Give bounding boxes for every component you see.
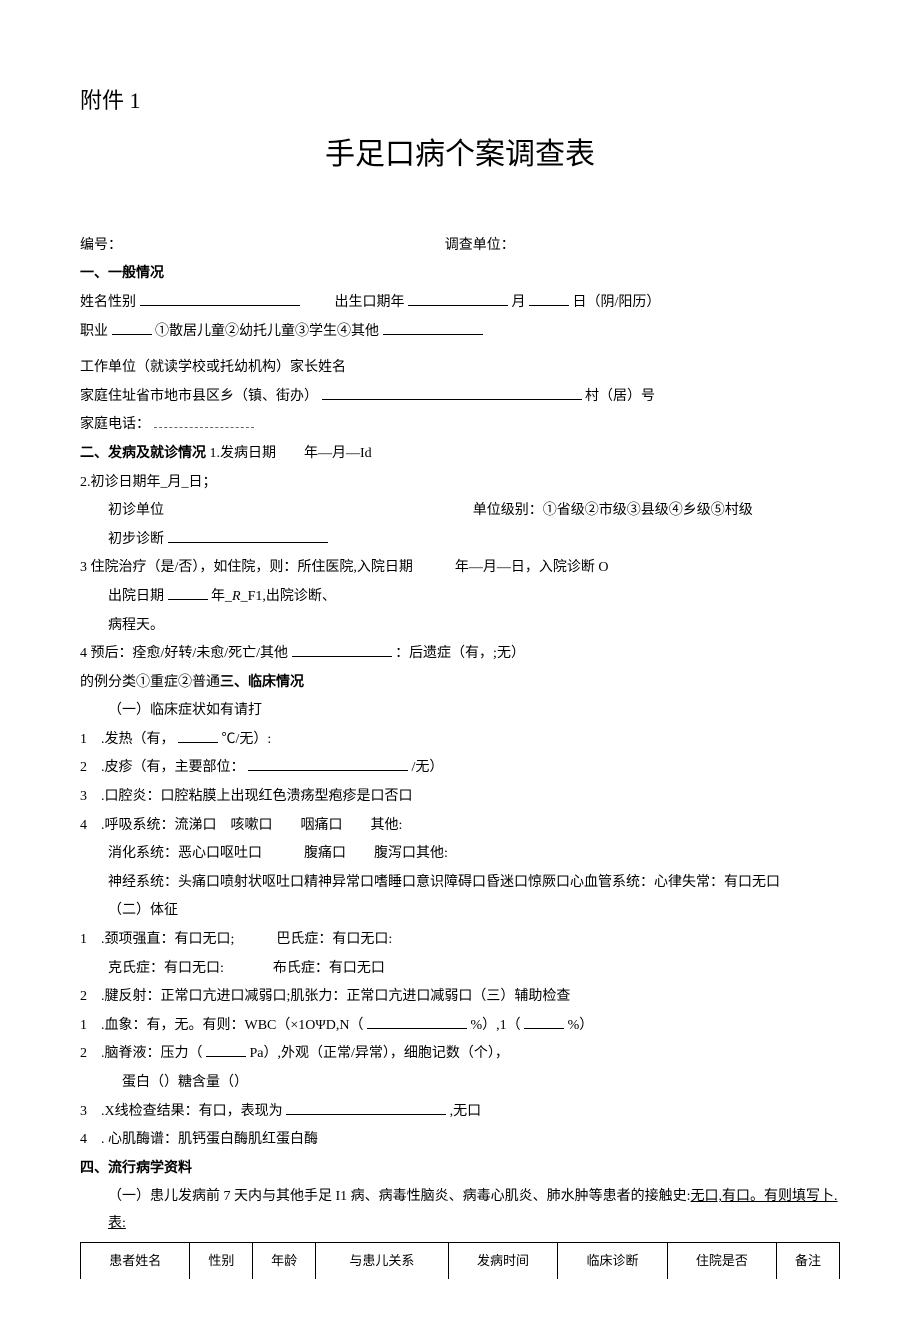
addr-pre: 家庭住址省市地市县区乡（镇、街办）: [80, 389, 318, 404]
blood-row: 1 .血象：有，无。有则：WBC（×1OΨD,N（ %）,1（ %）: [80, 1013, 840, 1040]
fever-suf: ℃/无）:: [222, 732, 272, 747]
day-label: 日（阴/阳历）: [573, 295, 661, 310]
prelim-dx-label: 初步诊断: [108, 532, 164, 547]
workunit-row: 工作单位（就读学校或托幼机构）家长姓名: [80, 355, 840, 382]
contact-history-row: （一）患儿发病前 7 天内与其他手足 I1 病、病毒性脑炎、病毒心肌炎、肺水肿等…: [80, 1184, 840, 1237]
blood-blank2[interactable]: [524, 1014, 564, 1029]
rash-suf: /无）: [412, 760, 444, 775]
addr-suf: 村（居）号: [585, 389, 655, 404]
digestive-row: 消化系统：恶心口呕吐口 腹痛口 腹泻口其他:: [80, 841, 840, 868]
section-3-head: 三、临床情况: [220, 675, 304, 690]
col-age: 年龄: [253, 1242, 316, 1279]
first-visit-date: 2.初诊日期年_月_日；: [80, 470, 840, 497]
prognosis-pre: 4 预后：痊愈/好转/未愈/死亡/其他: [80, 646, 288, 661]
enzyme-row: 4 . 心肌酶谱：肌钙蛋白酶肌红蛋白酶: [80, 1127, 840, 1154]
phone-label: 家庭电话：: [80, 417, 150, 432]
stomatitis-row: 3 .口腔炎：口腔粘膜上出现红色溃疡型疱疹是口否口: [80, 784, 840, 811]
csf-row: 2 .脑脊液：压力（ Pa）,外观（正常/异常），细胞记数（个），: [80, 1041, 840, 1068]
first-visit-unit-row: 初诊单位 单位级别：①省级②市级③县级④乡级⑤村级: [80, 498, 840, 525]
section-1-head: 一、一般情况: [80, 261, 840, 288]
kernig-b: 布氏症：有口无口: [273, 961, 385, 976]
blood-suf: %）: [568, 1018, 594, 1033]
blood-blank1[interactable]: [367, 1014, 467, 1029]
birth-pre: 出生口期年: [335, 295, 405, 310]
section-4-head: 四、流行病学资料: [80, 1156, 840, 1183]
phone-blank[interactable]: [154, 413, 254, 428]
prelim-dx-blank[interactable]: [168, 528, 328, 543]
attachment-label: 附件 1: [80, 80, 840, 122]
csf-suf: Pa）,外观（正常/异常），细胞记数（个），: [250, 1046, 509, 1061]
addr-blank[interactable]: [322, 385, 582, 400]
fever-blank[interactable]: [178, 728, 218, 743]
id-row: 编号： 调查单位：: [80, 233, 840, 260]
xray-suf: ,无口: [450, 1104, 482, 1119]
onset-date: 1.发病日期 年—月—Id: [210, 446, 372, 461]
kernig-row: 克氏症：有口无口: 布氏症：有口无口: [80, 956, 840, 983]
blood-mid: %）,1（: [470, 1018, 520, 1033]
section-2-row: 二、发病及就诊情况 1.发病日期 年—月—Id: [80, 441, 840, 468]
col-name: 患者姓名: [81, 1242, 190, 1279]
neck-row: 1 .颈项强直：有口无口; 巴氏症：有口无口:: [80, 927, 840, 954]
birth-year-blank[interactable]: [408, 291, 508, 306]
birth-month-blank[interactable]: [529, 291, 569, 306]
course-days-row: 病程天。: [80, 613, 840, 640]
fever-row: 1 .发热（有， ℃/无）:: [80, 727, 840, 754]
rash-blank[interactable]: [248, 756, 408, 771]
occ-label: 职业: [80, 324, 108, 339]
name-sex-blank[interactable]: [140, 291, 300, 306]
discharge-row: 出院日期 年_R_F1,出院诊断、: [80, 584, 840, 611]
rash-row: 2 .皮疹（有，主要部位： /无）: [80, 755, 840, 782]
fever-pre: 1 .发热（有，: [80, 732, 175, 747]
kernig-a: 克氏症：有口无口:: [108, 961, 224, 976]
col-note: 备注: [777, 1242, 840, 1279]
xray-row: 3 .X线检查结果：有口，表现为 ,无口: [80, 1099, 840, 1126]
rash-pre: 2 .皮疹（有，主要部位：: [80, 760, 245, 775]
contact-pre: （一）患儿发病前 7 天内与其他手足 I1 病、病毒性脑炎、病毒心肌炎、肺水肿等…: [108, 1189, 691, 1204]
csf-blank[interactable]: [206, 1042, 246, 1057]
xray-blank[interactable]: [286, 1100, 446, 1115]
contact-table: 患者姓名 性别 年龄 与患儿关系 发病时间 临床诊断 住院是否 备注: [80, 1242, 840, 1280]
prognosis-suf: ：后遗症（有，;无）: [395, 646, 525, 661]
occ-blank[interactable]: [112, 320, 152, 335]
name-sex-label: 姓名性别: [80, 295, 136, 310]
number-label: 编号：: [80, 238, 122, 253]
col-sex: 性别: [190, 1242, 253, 1279]
name-sex-row: 姓名性别 出生口期年 月 日（阴/阳历）: [80, 290, 840, 317]
sub-1-head: （一）临床症状如有请打: [80, 698, 840, 725]
discharge-mid: 年_R_F1,出院诊断、: [211, 589, 336, 604]
occ-options: ①散居儿童②幼托儿童③学生④其他: [155, 324, 379, 339]
address-row: 家庭住址省市地市县区乡（镇、街办） 村（居）号: [80, 384, 840, 411]
discharge-pre: 出院日期: [108, 589, 164, 604]
case-class-row: 的例分类①重症②普通三、临床情况: [80, 670, 840, 697]
hospitalize-row: 3 住院治疗（是/否），如住院，则：所住医院,入院日期 年—月—日，入院诊断 O: [80, 555, 840, 582]
case-class-pre: 的例分类①重症②普通: [80, 675, 220, 690]
neck-a: 1 .颈项强直：有口无口;: [80, 932, 234, 947]
month-label: 月: [512, 295, 526, 310]
col-relation: 与患儿关系: [316, 1242, 449, 1279]
xray-pre: 3 .X线检查结果：有口，表现为: [80, 1104, 283, 1119]
csf-row-2: 蛋白（）糖含量（）: [80, 1070, 840, 1097]
page-title: 手足口病个案调查表: [80, 126, 840, 183]
sub-2-head: （二）体征: [80, 898, 840, 925]
survey-unit-label: 调查单位：: [445, 238, 515, 253]
col-dx: 临床诊断: [558, 1242, 667, 1279]
discharge-blank[interactable]: [168, 585, 208, 600]
blood-pre: 1 .血象：有，无。有则：WBC（×1OΨD,N（: [80, 1018, 363, 1033]
phone-row: 家庭电话：: [80, 412, 840, 439]
prognosis-row: 4 预后：痊愈/好转/未愈/死亡/其他 ：后遗症（有，;无）: [80, 641, 840, 668]
col-onset: 发病时间: [448, 1242, 557, 1279]
occupation-row: 职业 ①散居儿童②幼托儿童③学生④其他: [80, 319, 840, 346]
reflex-row: 2 .腱反射：正常口亢进口减弱口;肌张力：正常口亢进口减弱口（三）辅助检查: [80, 984, 840, 1011]
nervous-row: 神经系统：头痛口喷射状呕吐口精神异常口嗜睡口意识障碍口昏迷口惊厥口心血管系统：心…: [80, 870, 840, 897]
occ-other-blank[interactable]: [383, 320, 483, 335]
prognosis-blank[interactable]: [292, 642, 392, 657]
neck-b: 巴氏症：有口无口:: [276, 932, 392, 947]
csf-pre: 2 .脑脊液：压力（: [80, 1046, 203, 1061]
first-unit-label: 初诊单位: [108, 503, 164, 518]
prelim-dx-row: 初步诊断: [80, 527, 840, 554]
unit-level-label: 单位级别：①省级②市级③县级④乡级⑤村级: [473, 503, 753, 518]
col-hosp: 住院是否: [667, 1242, 776, 1279]
section-2-head: 二、发病及就诊情况: [80, 446, 206, 461]
respiratory-row: 4 .呼吸系统：流涕口 咳嗽口 咽痛口 其他:: [80, 813, 840, 840]
